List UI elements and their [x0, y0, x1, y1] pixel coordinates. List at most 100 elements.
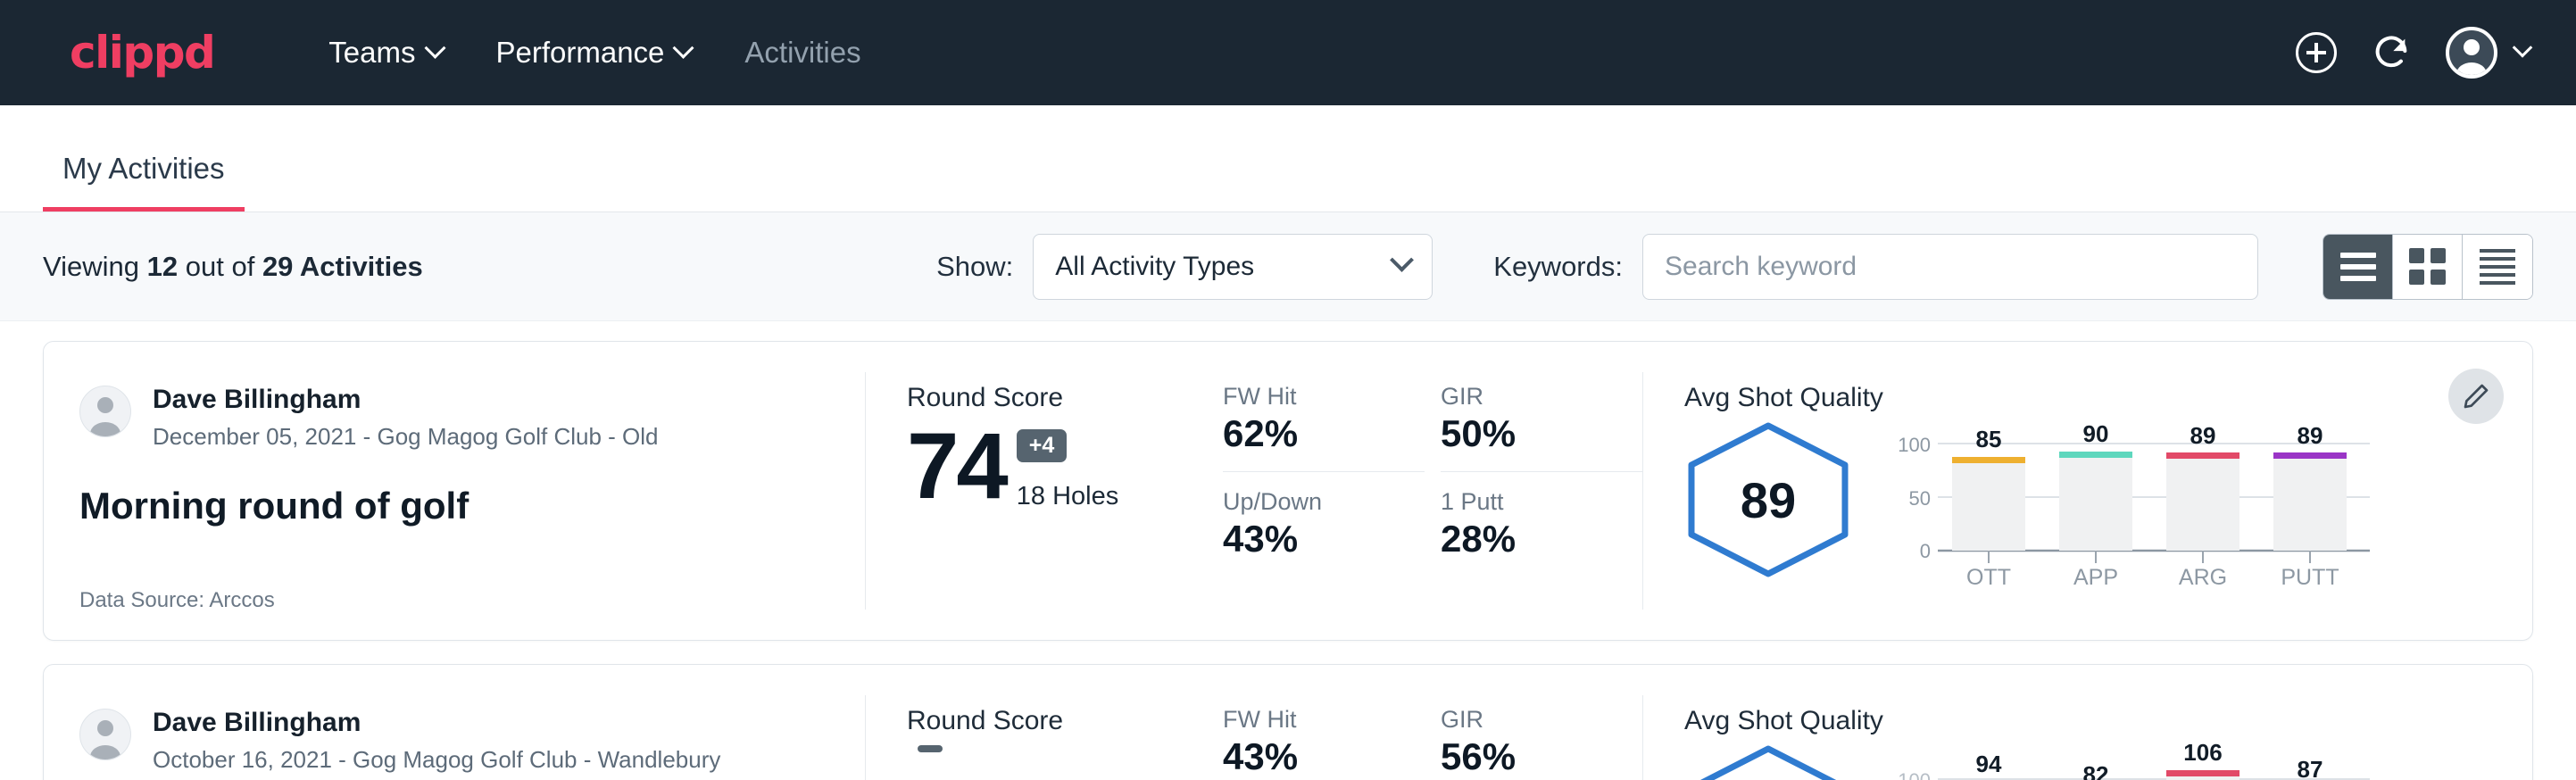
tab-strip: My Activities: [0, 105, 2576, 212]
viewing-summary: Viewing 12 out of 29 Activities: [43, 251, 423, 283]
bar-cap-arg: [2166, 770, 2239, 776]
activity-card[interactable]: Dave Billingham December 05, 2021 - Gog …: [43, 341, 2533, 641]
plus-circle-icon[interactable]: [2296, 32, 2337, 73]
activity-author: Dave Billingham December 05, 2021 - Gog …: [79, 383, 829, 451]
list-icon: [2340, 253, 2376, 281]
chevron-down-icon: [424, 37, 445, 58]
author-name: Dave Billingham: [153, 383, 659, 417]
stat-gir-value: 50%: [1441, 412, 1616, 455]
user-menu[interactable]: [2446, 27, 2530, 79]
xtick-ott: OTT: [1966, 565, 2011, 590]
quality-score-value: 89: [1684, 420, 1852, 579]
search-input[interactable]: [1642, 234, 2258, 300]
bar-cap-ott: [1952, 457, 2025, 463]
ytick-100: 100: [1898, 434, 1931, 456]
bar-label-ott: 85: [1976, 426, 2002, 452]
activity-type-select[interactable]: All Activity Types: [1033, 234, 1433, 300]
activity-card[interactable]: Dave Billingham October 16, 2021 - Gog M…: [43, 664, 2533, 780]
bar-label-arg: 106: [2183, 743, 2222, 766]
stat-gir-label: GIR: [1441, 706, 1616, 734]
nav-item-performance-label: Performance: [496, 36, 665, 70]
avg-shot-quality-section: Avg Shot Quality 89 100: [1643, 342, 2532, 640]
bar-ott: [1952, 460, 2025, 551]
score-to-par-badge: [918, 745, 943, 752]
bar-label-putt: 87: [2298, 756, 2323, 780]
show-label: Show:: [936, 251, 1013, 283]
user-avatar-icon: [2446, 27, 2497, 79]
stat-fw-hit: FW Hit 43%: [1223, 706, 1425, 780]
primary-nav: Teams Performance Activities: [302, 27, 887, 79]
pencil-icon: [2462, 382, 2490, 411]
tab-my-activities-label: My Activities: [62, 152, 225, 185]
stat-1-putt: 1 Putt 28%: [1441, 488, 1642, 560]
round-stats: FW Hit 43% GIR 56%: [1223, 665, 1642, 780]
nav-item-activities-label: Activities: [744, 36, 860, 70]
avg-shot-quality-label: Avg Shot Quality: [1684, 383, 2497, 413]
activity-type-select-value: All Activity Types: [1055, 252, 1254, 282]
bar-cap-arg: [2166, 452, 2239, 459]
quality-hexagon: 89: [1684, 420, 1852, 579]
chevron-down-icon: [2513, 37, 2533, 58]
round-score-label: Round Score: [907, 383, 1223, 413]
list-view-button[interactable]: [2323, 235, 2393, 299]
activity-meta: December 05, 2021 - Gog Magog Golf Club …: [153, 423, 659, 451]
avg-shot-quality-body: 89 100 50 0 85: [1684, 420, 2497, 586]
activity-data-source: Data Source: Arccos: [79, 588, 829, 613]
bar-label-app: 90: [2083, 420, 2109, 447]
stat-fw-hit-value: 62%: [1223, 412, 1398, 455]
stat-fw-hit: FW Hit 62%: [1223, 383, 1425, 472]
xtick-app: APP: [2073, 565, 2118, 590]
avg-shot-quality-body: 100 94 82 106 87: [1684, 743, 2497, 780]
nav-item-activities[interactable]: Activities: [718, 27, 887, 79]
round-score-label: Round Score: [907, 706, 1223, 736]
stat-1-putt-value: 28%: [1441, 518, 1642, 560]
ytick-50: 50: [1909, 487, 1931, 510]
activity-meta: October 16, 2021 - Gog Magog Golf Club -…: [153, 746, 720, 774]
chevron-down-icon: [1390, 248, 1414, 272]
avatar: [79, 386, 131, 437]
grid-view-button[interactable]: [2393, 235, 2463, 299]
nav-item-performance[interactable]: Performance: [469, 27, 719, 79]
stat-gir: GIR 56%: [1441, 706, 1642, 780]
stat-up-down-value: 43%: [1223, 518, 1425, 560]
stat-fw-hit-label: FW Hit: [1223, 706, 1398, 734]
compact-list-icon: [2480, 249, 2515, 285]
filter-controls: Show: All Activity Types Keywords:: [936, 234, 2533, 300]
round-score-row: 74 +4 18 Holes: [907, 422, 1223, 511]
bar-arg: [2166, 455, 2239, 551]
bar-label-putt: 89: [2298, 422, 2323, 449]
stat-up-down-label: Up/Down: [1223, 488, 1425, 516]
avg-shot-quality-section: Avg Shot Quality 100: [1643, 665, 2532, 780]
shot-quality-chart: 100 94 82 106 87: [1888, 743, 2497, 780]
stat-gir: GIR 50%: [1441, 383, 1642, 472]
avg-shot-quality-label: Avg Shot Quality: [1684, 706, 2497, 736]
app-logo[interactable]: clippd: [70, 27, 214, 79]
stat-1-putt-label: 1 Putt: [1441, 488, 1642, 516]
tab-my-activities[interactable]: My Activities: [43, 152, 245, 212]
refresh-icon[interactable]: [2371, 32, 2412, 73]
viewing-mid: out of: [186, 251, 255, 282]
holes-label: 18 Holes: [1017, 482, 1118, 511]
round-stats: FW Hit 62% GIR 50% Up/Down 43% 1 Putt 28…: [1223, 342, 1642, 640]
shot-quality-chart-svg: 100 94 82 106 87: [1888, 743, 2388, 780]
ytick-0: 0: [1920, 540, 1931, 562]
avatar: [79, 709, 131, 760]
round-score-value: 74: [907, 422, 1006, 511]
quality-hexagon: [1684, 743, 1852, 780]
bar-label-app: 82: [2083, 761, 2109, 780]
chevron-down-icon: [673, 37, 694, 58]
stat-gir-value: 56%: [1441, 735, 1616, 778]
nav-item-teams[interactable]: Teams: [302, 27, 469, 79]
grid-icon: [2409, 248, 2446, 285]
keywords-label: Keywords:: [1493, 251, 1623, 283]
activity-author: Dave Billingham October 16, 2021 - Gog M…: [79, 706, 829, 774]
activity-info: Dave Billingham December 05, 2021 - Gog …: [44, 342, 865, 640]
bar-app: [2059, 454, 2132, 551]
edit-activity-button[interactable]: [2448, 369, 2504, 424]
compact-view-button[interactable]: [2463, 235, 2532, 299]
bar-label-arg: 89: [2190, 422, 2216, 449]
activity-list: Dave Billingham December 05, 2021 - Gog …: [0, 321, 2576, 780]
viewing-count: 12: [147, 251, 178, 282]
viewing-prefix: Viewing: [43, 251, 139, 282]
top-navbar: clippd Teams Performance Activities: [0, 0, 2576, 105]
